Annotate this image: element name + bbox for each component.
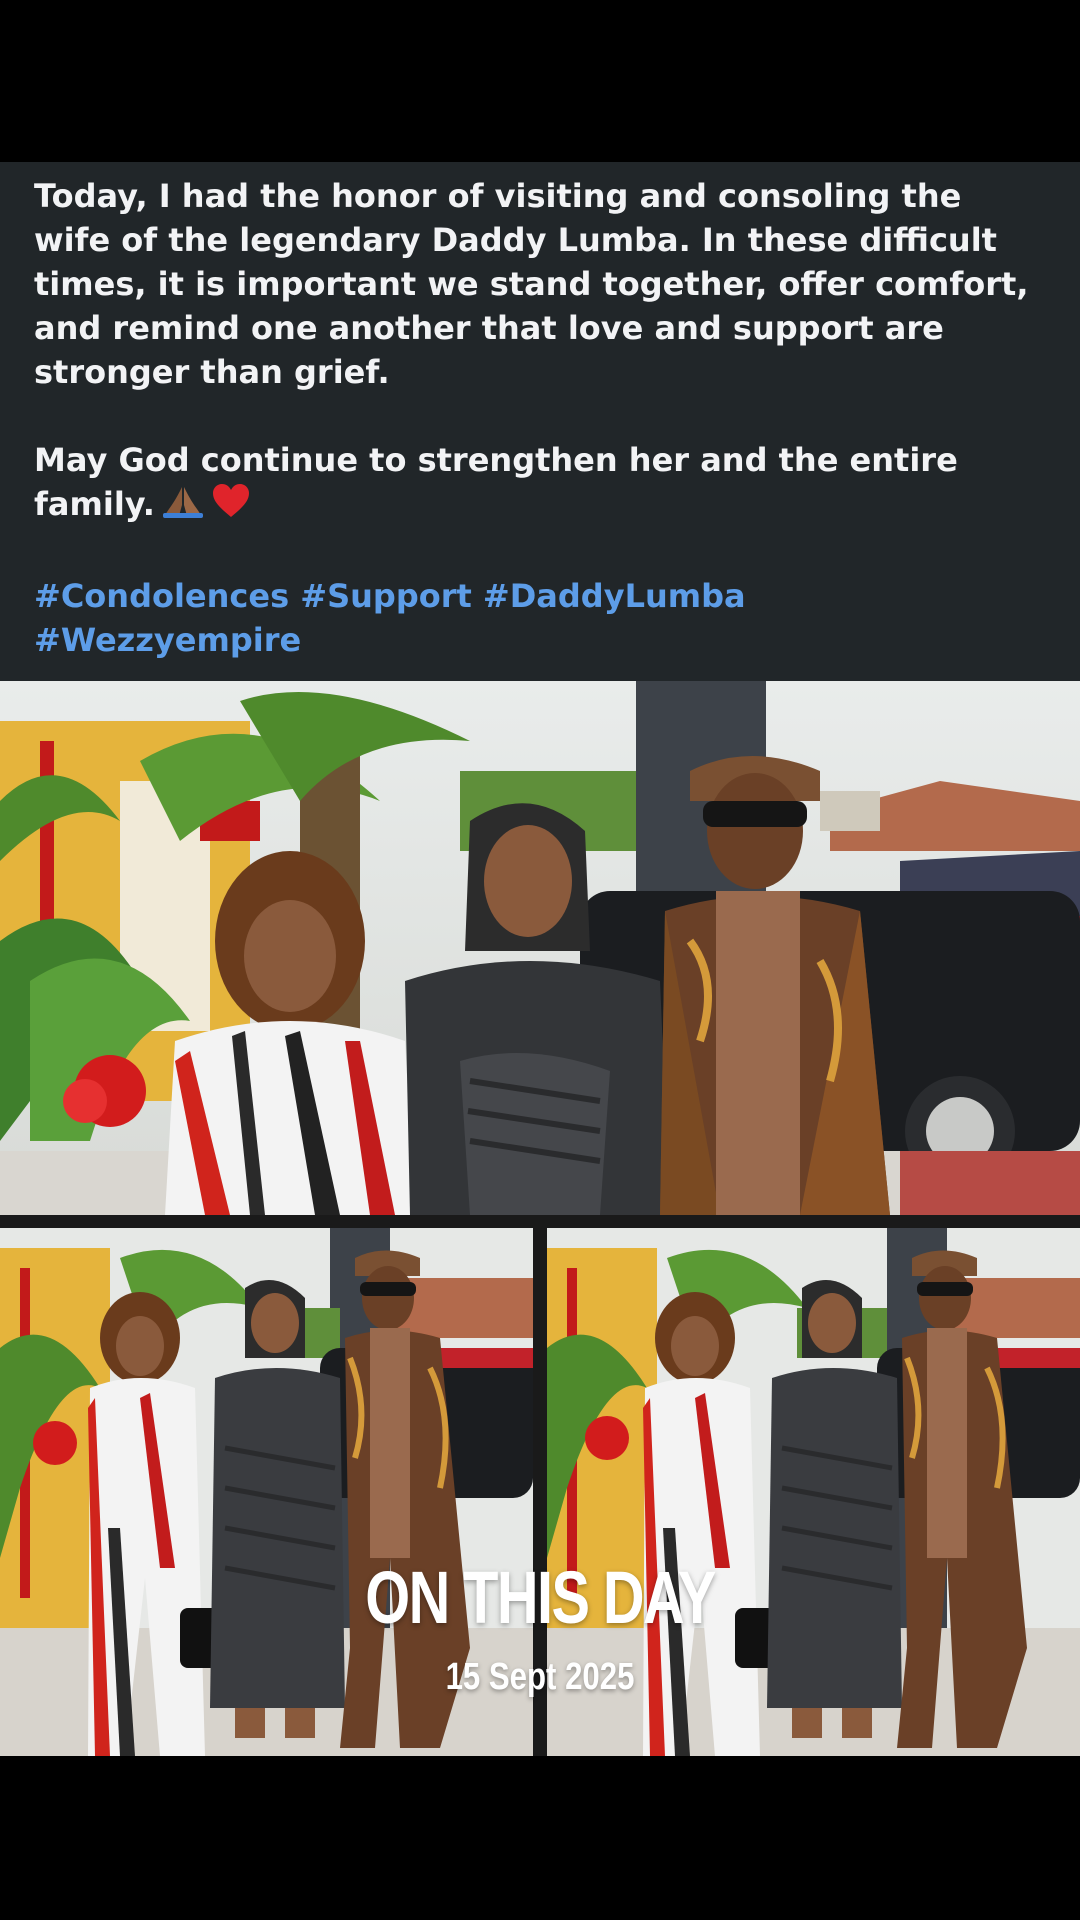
- hashtag-condolences[interactable]: #Condolences: [34, 577, 289, 615]
- caption-paragraph-2: May God continue to strengthen her and t…: [34, 438, 1046, 530]
- photo-main[interactable]: [0, 681, 1080, 1215]
- hashtag-daddylumba[interactable]: #DaddyLumba: [483, 577, 746, 615]
- on-this-day-title: ON THIS DAY: [365, 1556, 716, 1639]
- hashtag-line-2: #Wezzyempire: [34, 618, 1046, 662]
- hashtag-line-1: #Condolences #Support #DaddyLumba: [34, 574, 1046, 618]
- praying-hands-icon: [161, 483, 205, 530]
- post-caption: Today, I had the honor of visiting and c…: [0, 162, 1080, 681]
- top-black-bar: [0, 0, 1080, 162]
- red-heart-icon: [211, 483, 251, 530]
- bottom-black-bar: [0, 1756, 1080, 1920]
- hashtag-support[interactable]: #Support: [300, 577, 472, 615]
- on-this-day-date: 15 Sept 2025: [445, 1656, 635, 1698]
- hashtag-wezzyempire[interactable]: #Wezzyempire: [34, 621, 301, 659]
- caption-paragraph-1: Today, I had the honor of visiting and c…: [34, 177, 1029, 391]
